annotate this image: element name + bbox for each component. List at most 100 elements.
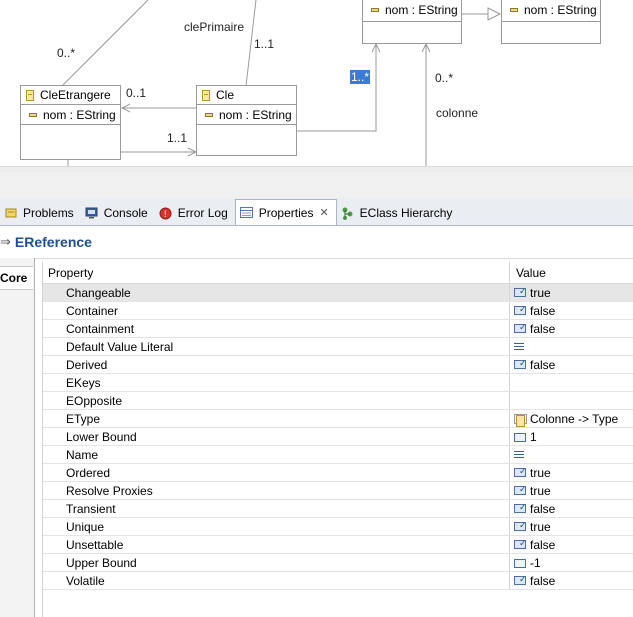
property-value-cell[interactable] — [510, 374, 633, 391]
close-icon[interactable]: ✕ — [319, 206, 328, 219]
class-attribute[interactable]: nom : EString — [502, 0, 600, 22]
property-name-cell: Resolve Proxies — [43, 482, 510, 499]
class-header: Cle — [197, 86, 296, 105]
attribute-label: nom : EString — [524, 3, 597, 17]
class-name: CleEtrangere — [40, 88, 111, 102]
property-value-cell[interactable] — [510, 338, 633, 355]
table-row[interactable]: Upper Bound -1 — [43, 554, 633, 572]
attribute-label: nom : EString — [219, 107, 292, 122]
property-value-cell[interactable]: false — [510, 356, 633, 373]
tab-label: Console — [103, 206, 148, 220]
property-value-cell[interactable]: false — [510, 320, 633, 337]
table-row[interactable]: Containment false — [43, 320, 633, 338]
table-row[interactable]: Changeable true — [43, 284, 633, 302]
multiplicity-label[interactable]: 0..* — [435, 71, 453, 85]
table-row[interactable]: EKeys — [43, 374, 633, 392]
class-box-cleetrangere[interactable]: CleEtrangere nom : EString — [20, 85, 121, 160]
class-box-top-right-1[interactable]: nom : EString — [362, 0, 462, 44]
property-value-cell[interactable]: Colonne -> Type — [510, 410, 633, 427]
property-value-cell[interactable]: false — [510, 536, 633, 553]
property-value-cell[interactable]: true — [510, 518, 633, 535]
table-row[interactable]: Default Value Literal — [43, 338, 633, 356]
property-name-cell: Ordered — [43, 464, 510, 481]
property-value-cell[interactable] — [510, 446, 633, 463]
properties-icon — [240, 206, 254, 220]
table-row[interactable]: EType Colonne -> Type — [43, 410, 633, 428]
property-value-cell[interactable]: false — [510, 302, 633, 319]
cls-value-icon — [514, 413, 527, 427]
multiplicity-label[interactable]: 0..* — [57, 46, 75, 60]
property-value-cell[interactable]: false — [510, 572, 633, 589]
class-attribute[interactable]: nom : EString — [363, 0, 461, 22]
tab-problems[interactable]: Problems — [0, 201, 81, 225]
tab-error-log[interactable]: ! Error Log — [155, 201, 235, 225]
tab-label: Properties — [258, 205, 314, 220]
property-value-cell[interactable]: true — [510, 284, 633, 301]
column-header-value[interactable]: Value — [510, 262, 633, 283]
value-text: false — [530, 357, 556, 372]
value-text: false — [530, 501, 556, 516]
bool-value-icon — [514, 574, 527, 586]
table-row[interactable]: Name — [43, 446, 633, 464]
table-row[interactable]: Unique true — [43, 518, 633, 536]
value-text: true — [530, 483, 551, 498]
view-splitter[interactable] — [0, 172, 633, 199]
tab-label: EClass Hierarchy — [359, 206, 453, 220]
error-log-icon: ! — [159, 206, 173, 220]
table-row[interactable]: Container false — [43, 302, 633, 320]
reference-name-label[interactable]: colonne — [436, 106, 478, 120]
category-tab-core[interactable]: Core — [0, 266, 33, 290]
property-name-cell: Container — [43, 302, 510, 319]
class-name: Cle — [216, 88, 235, 102]
tab-properties[interactable]: Properties ✕ — [234, 199, 337, 225]
hierarchy-icon — [341, 206, 355, 220]
table-row[interactable]: Lower Bound 1 — [43, 428, 633, 446]
value-text: -1 — [530, 555, 541, 570]
class-attribute[interactable]: nom : EString — [21, 105, 120, 125]
table-row[interactable]: Transient false — [43, 500, 633, 518]
multiplicity-label[interactable]: 1..1 — [254, 37, 274, 51]
value-text: 1 — [530, 429, 537, 444]
table-row[interactable]: Ordered true — [43, 464, 633, 482]
tab-console[interactable]: Console — [81, 201, 155, 225]
table-row[interactable]: Unsettable false — [43, 536, 633, 554]
table-row[interactable]: EOpposite — [43, 392, 633, 410]
class-box-cle[interactable]: Cle nom : EString — [196, 85, 297, 156]
eclass-icon — [26, 89, 34, 101]
table-row[interactable]: Volatile false — [43, 572, 633, 590]
eattribute-icon — [205, 112, 213, 117]
value-text: true — [530, 465, 551, 480]
class-header: CleEtrangere — [21, 86, 120, 105]
reference-name-label[interactable]: clePrimaire — [184, 20, 244, 34]
property-value-cell[interactable]: -1 — [510, 554, 633, 571]
property-name-cell: Containment — [43, 320, 510, 337]
properties-title-bar: ⇒ EReference — [0, 226, 633, 259]
property-name-cell: Upper Bound — [43, 554, 510, 571]
property-value-cell[interactable]: 1 — [510, 428, 633, 445]
bool-value-icon — [514, 466, 527, 478]
property-value-cell[interactable]: true — [510, 482, 633, 499]
bool-value-icon — [514, 502, 527, 514]
bool-value-icon — [514, 484, 527, 496]
column-label: Value — [516, 265, 546, 280]
console-icon — [85, 206, 99, 220]
table-row[interactable]: Derived false — [43, 356, 633, 374]
num-value-icon — [514, 432, 527, 442]
property-value-cell[interactable] — [510, 392, 633, 409]
ecore-diagram-canvas[interactable]: CleEtrangere nom : EString Cle nom : ESt… — [0, 0, 633, 170]
table-row[interactable]: Resolve Proxies true — [43, 482, 633, 500]
multiplicity-label[interactable]: 0..1 — [126, 86, 146, 100]
eattribute-icon — [371, 8, 379, 12]
column-label: Property — [48, 265, 94, 280]
column-header-property[interactable]: Property — [43, 262, 510, 283]
property-value-cell[interactable]: false — [510, 500, 633, 517]
tab-eclass-hierarchy[interactable]: EClass Hierarchy — [337, 201, 460, 225]
selected-multiplicity-label[interactable]: 1..* — [350, 70, 371, 84]
class-box-top-right-2[interactable]: nom : EString — [501, 0, 601, 44]
multiplicity-label[interactable]: 1..1 — [167, 131, 187, 145]
property-name-cell: Name — [43, 446, 510, 463]
bool-value-icon — [514, 286, 527, 298]
value-text: Colonne -> Type — [530, 411, 619, 426]
property-value-cell[interactable]: true — [510, 464, 633, 481]
class-attribute[interactable]: nom : EString — [197, 105, 296, 125]
